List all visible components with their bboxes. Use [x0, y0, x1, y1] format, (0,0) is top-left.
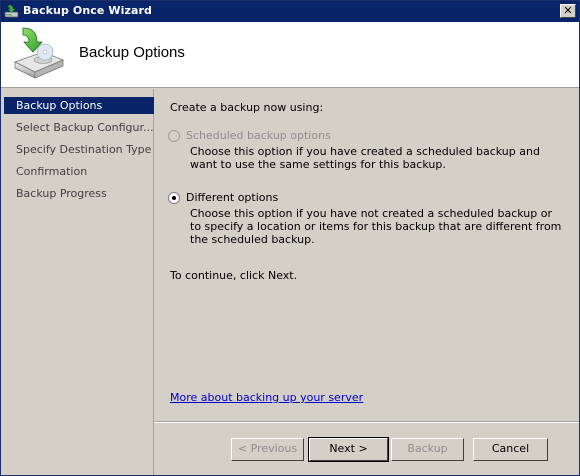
next-button[interactable]: Next >	[308, 437, 389, 462]
scheduled-backup-label[interactable]: Scheduled backup options	[186, 129, 331, 142]
backup-app-icon	[4, 4, 19, 18]
scheduled-backup-description: Choose this option if you have created a…	[190, 145, 540, 171]
wizard-window: Backup Once Wizard ✕ Backup Options Back…	[0, 0, 580, 476]
scheduled-backup-radio[interactable]	[168, 130, 180, 142]
step-backup-options[interactable]: Backup Options	[4, 97, 154, 114]
different-options-label[interactable]: Different options	[186, 191, 278, 204]
step-select-backup-configuration[interactable]: Select Backup Configur...	[4, 119, 154, 136]
close-icon: ✕	[563, 4, 573, 17]
more-about-backup-link[interactable]: More about backing up your server	[170, 391, 363, 404]
prompt-text: Create a backup now using:	[170, 101, 324, 114]
title-bar[interactable]: Backup Once Wizard ✕	[1, 1, 579, 22]
backup-drive-icon	[13, 27, 65, 79]
page-title: Backup Options	[79, 44, 185, 61]
step-backup-progress[interactable]: Backup Progress	[4, 185, 154, 202]
step-specify-destination-type[interactable]: Specify Destination Type	[4, 141, 154, 158]
different-options-radio[interactable]	[168, 192, 180, 204]
wizard-header: Backup Options	[1, 22, 579, 88]
radio-selected-dot	[172, 196, 176, 200]
close-button[interactable]: ✕	[560, 4, 576, 18]
step-confirmation[interactable]: Confirmation	[4, 163, 154, 180]
previous-button[interactable]: < Previous	[231, 438, 304, 461]
cancel-button[interactable]: Cancel	[473, 438, 548, 461]
window-title: Backup Once Wizard	[23, 4, 152, 17]
wizard-content: Create a backup now using: Scheduled bac…	[155, 89, 579, 475]
backup-button[interactable]: Backup	[391, 438, 464, 461]
wizard-steps-sidebar: Backup Options Select Backup Configur...…	[1, 89, 154, 475]
continue-instruction: To continue, click Next.	[170, 269, 298, 282]
button-divider	[155, 421, 579, 423]
different-options-description: Choose this option if you have not creat…	[190, 207, 562, 246]
